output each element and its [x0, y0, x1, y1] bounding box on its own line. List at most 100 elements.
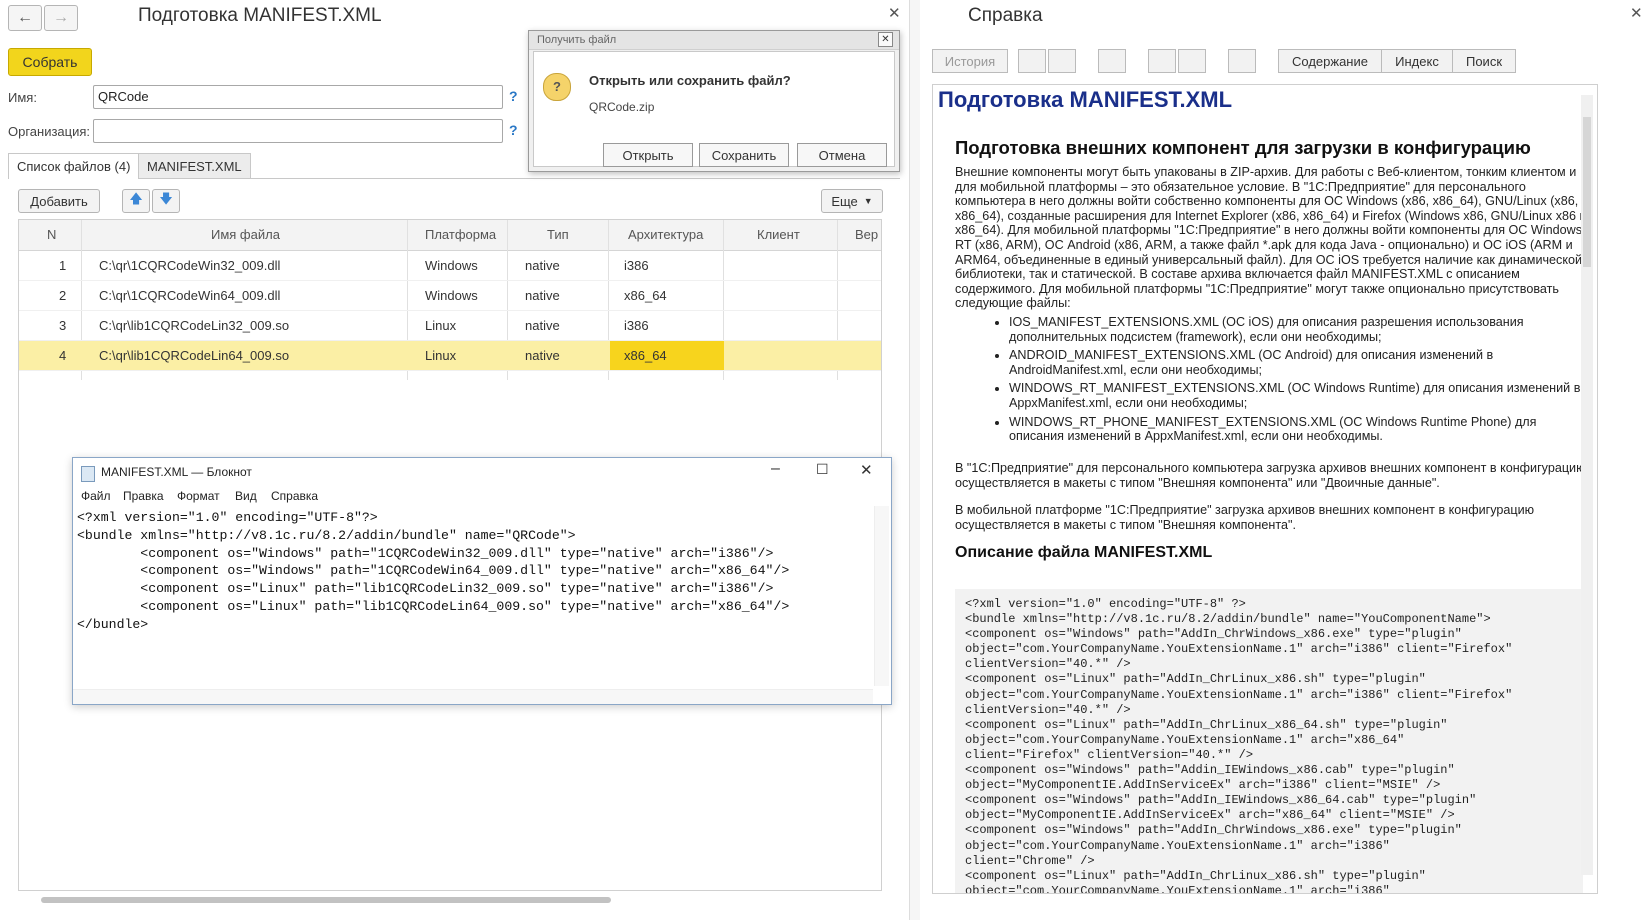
cell-arch: x86_64	[624, 348, 667, 363]
col-client[interactable]: Клиент	[757, 227, 800, 242]
menu-help[interactable]: Справка	[271, 489, 318, 503]
back-button[interactable]: ←	[8, 5, 42, 31]
menu-format[interactable]: Формат	[177, 489, 220, 503]
prev-topic-icon[interactable]	[1148, 49, 1176, 73]
cell-type: native	[525, 318, 560, 333]
question-icon: ?	[543, 73, 571, 101]
form-title: Подготовка MANIFEST.XML	[138, 5, 382, 26]
table-row[interactable]: 3 C:\qr\lib1CQRCodeLin32_009.so Linux na…	[19, 311, 881, 341]
help-page-title: Подготовка MANIFEST.XML	[938, 87, 1233, 112]
search-button[interactable]: Поиск	[1452, 49, 1516, 73]
name-help-icon[interactable]: ?	[509, 88, 518, 104]
cell-file: C:\qr\1CQRCodeWin32_009.dll	[99, 258, 281, 273]
help-paragraph-1: Внешние компоненты могут быть упакованы …	[955, 165, 1587, 311]
table-header: N Имя файла Платформа Тип Архитектура Кл…	[19, 220, 881, 251]
org-help-icon[interactable]: ?	[509, 122, 518, 138]
col-arch[interactable]: Архитектура	[628, 227, 703, 242]
dialog-filename: QRCode.zip	[589, 100, 655, 114]
arrow-down-icon: 🡇	[159, 191, 173, 206]
notepad-menubar: Файл Правка Формат Вид Справка	[73, 488, 891, 506]
minimize-icon[interactable]: –	[771, 460, 780, 478]
open-button[interactable]: Открыть	[603, 143, 693, 167]
index-button[interactable]: Индекс	[1381, 49, 1453, 73]
dialog-question: Открыть или сохранить файл?	[589, 73, 791, 88]
history-button[interactable]: История	[932, 49, 1008, 73]
collect-button[interactable]: Собрать	[8, 48, 92, 76]
cancel-button[interactable]: Отмена	[797, 143, 887, 167]
tab-manifest-xml[interactable]: MANIFEST.XML	[138, 153, 251, 179]
vertical-scrollbar[interactable]	[874, 506, 889, 686]
tab-file-list[interactable]: Список файлов (4)	[8, 153, 140, 179]
list-item: WINDOWS_RT_MANIFEST_EXTENSIONS.XML (ОС W…	[1009, 381, 1589, 410]
cell-platform: Windows	[425, 288, 478, 303]
notepad-icon	[81, 466, 95, 482]
col-type[interactable]: Тип	[547, 227, 569, 242]
cell-platform: Windows	[425, 258, 478, 273]
contents-button[interactable]: Содержание	[1278, 49, 1382, 73]
col-filename[interactable]: Имя файла	[211, 227, 280, 242]
cell-arch: i386	[624, 318, 649, 333]
cell-arch: x86_64	[624, 288, 667, 303]
help-content: Подготовка MANIFEST.XML Подготовка внешн…	[932, 84, 1598, 894]
chevron-down-icon: ▼	[863, 196, 873, 206]
cell-platform: Linux	[425, 348, 457, 363]
col-platform[interactable]: Платформа	[425, 227, 496, 242]
notepad-titlebar[interactable]: MANIFEST.XML — Блокнот – ☐ ✕	[73, 458, 891, 488]
list-item: WINDOWS_RT_PHONE_MANIFEST_EXTENSIONS.XML…	[1009, 415, 1589, 444]
table-row[interactable]: 1 C:\qr\1CQRCodeWin32_009.dll Windows na…	[19, 251, 881, 281]
help-paragraph-3: В мобильной платформе "1С:Предприятие" з…	[955, 503, 1535, 532]
help-bullet-list: IOS_MANIFEST_EXTENSIONS.XML (ОС iOS) для…	[995, 315, 1589, 448]
forward-button[interactable]: →	[44, 5, 78, 31]
horizontal-scrollbar[interactable]	[27, 896, 867, 904]
cell-n: 2	[59, 288, 67, 303]
table-row[interactable]: 2 C:\qr\1CQRCodeWin64_009.dll Windows na…	[19, 281, 881, 311]
cell-file: C:\qr\1CQRCodeWin64_009.dll	[99, 288, 281, 303]
cell-type: native	[525, 258, 560, 273]
notepad-horizontal-scrollbar[interactable]	[73, 689, 873, 704]
arrow-right-icon: →	[53, 9, 69, 26]
name-label: Имя:	[8, 90, 37, 105]
print-icon[interactable]	[1228, 49, 1256, 73]
maximize-icon[interactable]: ☐	[816, 461, 829, 478]
help-heading: Подготовка внешних компонент для загрузк…	[955, 137, 1531, 158]
help-paragraph-2: В "1С:Предприятие" для персонального ком…	[955, 461, 1586, 490]
help-close-icon[interactable]: ✕	[1630, 4, 1643, 22]
back-page-icon[interactable]	[1018, 49, 1046, 73]
help-title: Справка	[968, 5, 1043, 26]
cell-n: 4	[59, 348, 67, 363]
find-in-page-icon[interactable]	[1098, 49, 1126, 73]
menu-edit[interactable]: Правка	[123, 489, 164, 503]
cell-type: native	[525, 348, 560, 363]
org-label: Организация:	[8, 124, 91, 139]
org-field[interactable]	[93, 119, 503, 143]
notepad-title: MANIFEST.XML — Блокнот	[101, 465, 252, 479]
notepad-text-area[interactable]: <?xml version="1.0" encoding="UTF-8"?> <…	[77, 509, 789, 634]
close-icon[interactable]: ✕	[860, 461, 873, 479]
name-field[interactable]: QRCode	[93, 85, 503, 109]
arrow-up-icon: 🡅	[129, 191, 143, 206]
move-down-button[interactable]: 🡇	[152, 189, 180, 213]
menu-file[interactable]: Файл	[81, 489, 111, 503]
form-close-icon[interactable]: ✕	[888, 4, 901, 22]
cell-file: C:\qr\lib1CQRCodeLin32_009.so	[99, 318, 290, 333]
help-subheading: Описание файла MANIFEST.XML	[955, 544, 1213, 561]
list-item: IOS_MANIFEST_EXTENSIONS.XML (ОС iOS) для…	[1009, 315, 1589, 344]
dialog-title: Получить файл	[529, 31, 899, 50]
more-button[interactable]: Еще ▼	[821, 189, 883, 213]
table-row-selected[interactable]: 4 C:\qr\lib1CQRCodeLin64_009.so Linux na…	[19, 341, 881, 371]
add-button[interactable]: Добавить	[18, 189, 100, 213]
col-version[interactable]: Вер	[855, 227, 878, 242]
move-up-button[interactable]: 🡅	[122, 189, 150, 213]
cell-arch: i386	[624, 258, 649, 273]
notepad-window: MANIFEST.XML — Блокнот – ☐ ✕ Файл Правка…	[72, 457, 892, 705]
forward-page-icon[interactable]	[1048, 49, 1076, 73]
save-button[interactable]: Сохранить	[699, 143, 789, 167]
help-vertical-scrollbar[interactable]	[1581, 95, 1593, 875]
next-topic-icon[interactable]	[1178, 49, 1206, 73]
help-code-block: <?xml version="1.0" encoding="UTF-8" ?> …	[955, 589, 1583, 893]
menu-view[interactable]: Вид	[235, 489, 257, 503]
dialog-close-icon[interactable]: ✕	[878, 32, 893, 47]
col-n[interactable]: N	[47, 227, 56, 242]
cell-n: 3	[59, 318, 67, 333]
cell-n: 1	[59, 258, 67, 273]
